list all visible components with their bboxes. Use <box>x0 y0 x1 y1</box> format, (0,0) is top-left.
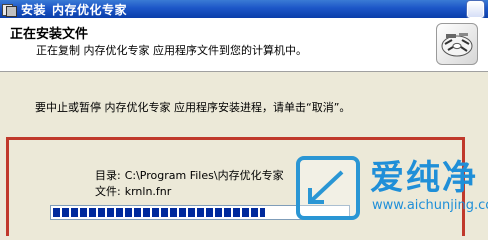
cancel-notice: 要中止或暂停 内存优化专家 应用程序安装进程，请单击“取消”。 <box>35 101 351 114</box>
window-title-app: 内存优化专家 <box>52 2 128 17</box>
directory-value: C:\Program Files\内存优化专家 <box>124 169 284 182</box>
app-window-icon <box>2 3 17 17</box>
window-control-button[interactable] <box>467 1 484 18</box>
progress-fill <box>53 208 265 217</box>
page-subtitle: 正在复制 内存优化专家 应用程序文件到您的计算机中。 <box>36 44 307 57</box>
page-title: 正在安装文件 <box>10 27 89 42</box>
directory-label: 目录: <box>95 169 121 182</box>
watermark-badge-icon <box>296 156 360 220</box>
window-title: 安装 内存优化专家 <box>21 1 133 18</box>
file-value: krnln.fnr <box>124 185 172 198</box>
watermark-name: 爱纯净 <box>370 158 478 198</box>
installer-window: 安装 内存优化专家 正在安装文件 正在复制 内存优化专家 应用程序文件到您的计算机… <box>0 0 488 236</box>
watermark-url: www.aichunjing.com <box>372 198 488 213</box>
file-line: 文件: krnln.fnr <box>95 183 171 199</box>
watermark-logo: 爱纯净 www.aichunjing.com <box>292 146 488 236</box>
header-panel: 正在安装文件 正在复制 内存优化专家 应用程序文件到您的计算机中。 <box>0 18 488 72</box>
file-label: 文件: <box>95 185 121 198</box>
install-disc-icon <box>436 23 478 65</box>
window-title-prefix: 安装 <box>21 2 47 17</box>
directory-line: 目录: C:\Program Files\内存优化专家 <box>95 167 284 183</box>
title-bar[interactable]: 安装 内存优化专家 <box>0 0 488 18</box>
